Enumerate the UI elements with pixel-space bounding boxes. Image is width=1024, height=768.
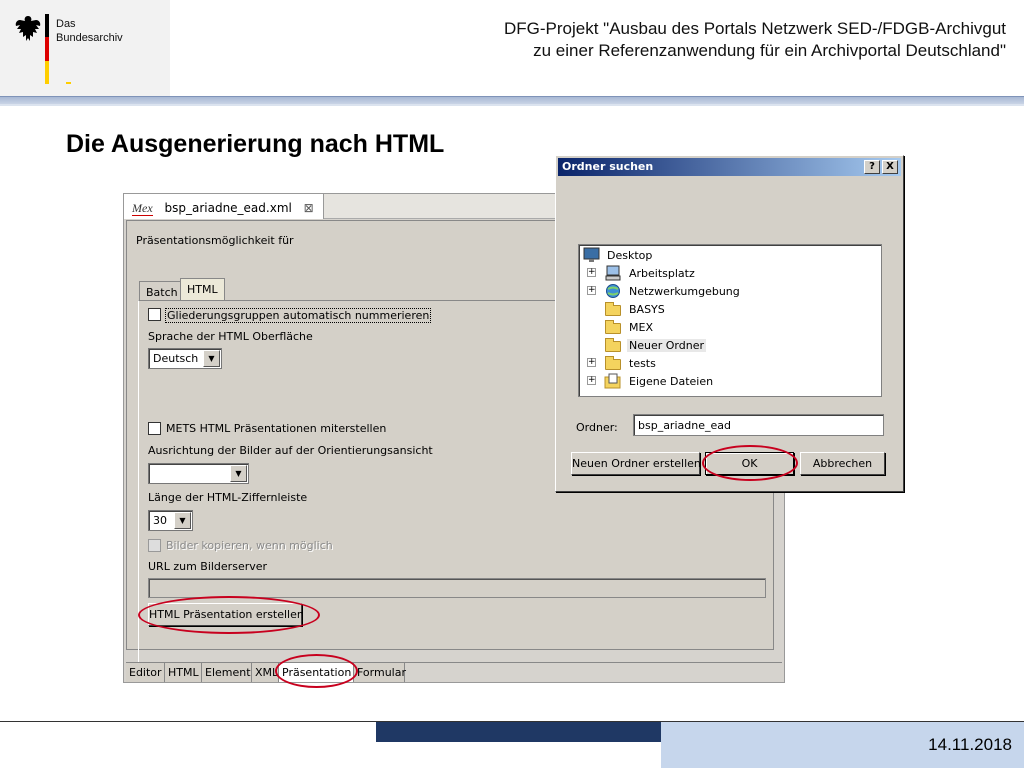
tab-xml[interactable]: XML <box>252 663 279 682</box>
chevron-down-icon[interactable]: ▼ <box>203 350 220 367</box>
tab-formular[interactable]: Formular <box>354 663 406 682</box>
bundesarchiv-logo: Das Bundesarchiv <box>0 0 170 96</box>
tree-item-mex[interactable]: MEX <box>587 319 867 337</box>
sprache-label: Sprache der HTML Oberfläche <box>148 330 313 343</box>
editor-bottom-tabs: Editor HTML Element XML Präsentation For… <box>126 662 782 682</box>
tree-label: Netzwerkumgebung <box>629 285 740 298</box>
header-line-2: zu einer Referenzanwendung für ein Archi… <box>533 41 1006 60</box>
tree-label: BASYS <box>629 303 665 316</box>
new-folder-button[interactable]: Neuen Ordner erstellen <box>571 452 701 475</box>
tab-editor[interactable]: Editor <box>126 663 165 682</box>
tab-html[interactable]: HTML <box>180 278 225 301</box>
dialog-title: Ordner suchen <box>562 160 654 173</box>
desktop-icon <box>583 247 600 262</box>
tree-item-eigene-dateien[interactable]: + Eigene Dateien <box>587 373 867 391</box>
mex-icon: Mex <box>132 201 153 216</box>
logo-line-1: Das <box>56 18 76 30</box>
tree-item-netzwerk[interactable]: + Netzwerkumgebung <box>587 283 867 301</box>
chevron-down-icon[interactable]: ▼ <box>230 465 247 482</box>
tree-label: tests <box>629 357 656 370</box>
tree-label: Desktop <box>607 249 653 262</box>
tree-item-basys[interactable]: BASYS <box>587 301 867 319</box>
footer-bar-dark <box>376 722 661 742</box>
tab-html-view[interactable]: HTML <box>165 663 202 682</box>
logo-text: Das Bundesarchiv <box>56 17 166 45</box>
folder-tree[interactable]: Desktop + Arbeitsplatz + Netzwerkumgebun… <box>578 244 882 397</box>
ausrichtung-label: Ausrichtung der Bilder auf der Orientier… <box>148 444 433 457</box>
close-tab-icon[interactable]: ⊠ <box>304 201 314 215</box>
chevron-down-icon[interactable]: ▼ <box>174 512 191 529</box>
url-input[interactable] <box>148 578 766 598</box>
tree-label: Neuer Ordner <box>627 339 706 352</box>
logo-line-2: Bundesarchiv <box>56 32 123 44</box>
tree-item-tests[interactable]: + tests <box>587 355 867 373</box>
laenge-label: Länge der HTML-Ziffernleiste <box>148 491 308 504</box>
header-bar <box>0 96 1024 104</box>
header-title: DFG-Projekt "Ausbau des Portals Netzwerk… <box>504 18 1006 62</box>
tab-praesentation[interactable]: Präsentation <box>279 663 354 682</box>
tree-item-arbeitsplatz[interactable]: + Arbeitsplatz <box>587 265 867 283</box>
mets-checkbox[interactable] <box>148 422 161 435</box>
tree-label: MEX <box>629 321 653 334</box>
folder-icon <box>604 319 622 335</box>
folder-open-icon <box>604 337 622 353</box>
file-tab-label: bsp_ariadne_ead.xml <box>164 201 292 215</box>
tab-batch[interactable]: Batch <box>139 281 185 301</box>
gliederung-label: Gliederungsgruppen automatisch nummerier… <box>165 308 432 323</box>
folder-icon <box>604 355 622 371</box>
tree-label: Eigene Dateien <box>629 375 714 388</box>
editor-file-tab[interactable]: Mex bsp_ariadne_ead.xml ⊠ <box>124 194 324 219</box>
header-bar-lower <box>0 104 1024 106</box>
eagle-icon <box>15 16 41 41</box>
help-icon[interactable]: ? <box>864 160 880 174</box>
bilder-checkbox[interactable] <box>148 539 161 552</box>
sprache-select[interactable]: Deutsch ▼ <box>148 348 222 369</box>
laenge-value: 30 <box>153 514 167 527</box>
close-icon[interactable]: X <box>882 160 898 174</box>
tree-label: Arbeitsplatz <box>629 267 695 280</box>
laenge-select[interactable]: 30 ▼ <box>148 510 193 531</box>
sprache-value: Deutsch <box>153 352 199 365</box>
computer-icon <box>605 265 621 281</box>
dialog-title-bar[interactable]: Ordner suchen ? X <box>558 158 901 176</box>
ordner-input[interactable]: bsp_ariadne_ead <box>633 414 884 436</box>
tab-element[interactable]: Element <box>202 663 252 682</box>
tree-item-neuer-ordner[interactable]: Neuer Ordner <box>587 337 867 355</box>
logo-dash <box>66 82 71 84</box>
url-label: URL zum Bilderserver <box>148 560 268 573</box>
create-html-button[interactable]: HTML Präsentation erstellen <box>148 603 304 626</box>
documents-icon <box>604 373 621 389</box>
tree-item-desktop[interactable]: Desktop <box>583 247 863 265</box>
network-icon <box>606 284 620 298</box>
bilder-label: Bilder kopieren, wenn möglich <box>166 539 333 552</box>
expand-icon[interactable]: + <box>587 358 596 367</box>
section-label: Präsentationsmöglichkeit für <box>136 234 294 247</box>
expand-icon[interactable]: + <box>587 286 596 295</box>
header-line-1: DFG-Projekt "Ausbau des Portals Netzwerk… <box>503 19 1006 38</box>
footer-date: 14.11.2018 <box>928 735 1012 754</box>
gliederung-checkbox[interactable] <box>148 308 161 321</box>
flag-stripe <box>45 14 49 84</box>
ok-button[interactable]: OK <box>705 452 794 475</box>
expand-icon[interactable]: + <box>587 268 596 277</box>
folder-icon <box>604 301 622 317</box>
expand-icon[interactable]: + <box>587 376 596 385</box>
ordner-label: Ordner: <box>576 421 618 434</box>
cancel-button[interactable]: Abbrechen <box>800 452 885 475</box>
folder-browse-dialog: Ordner suchen ? X Desktop + Arbeitsplatz… <box>555 155 904 492</box>
ausrichtung-select[interactable]: ▼ <box>148 463 249 484</box>
slide-title: Die Ausgenerierung nach HTML <box>66 130 445 158</box>
mets-label: METS HTML Präsentationen miterstellen <box>166 422 387 435</box>
